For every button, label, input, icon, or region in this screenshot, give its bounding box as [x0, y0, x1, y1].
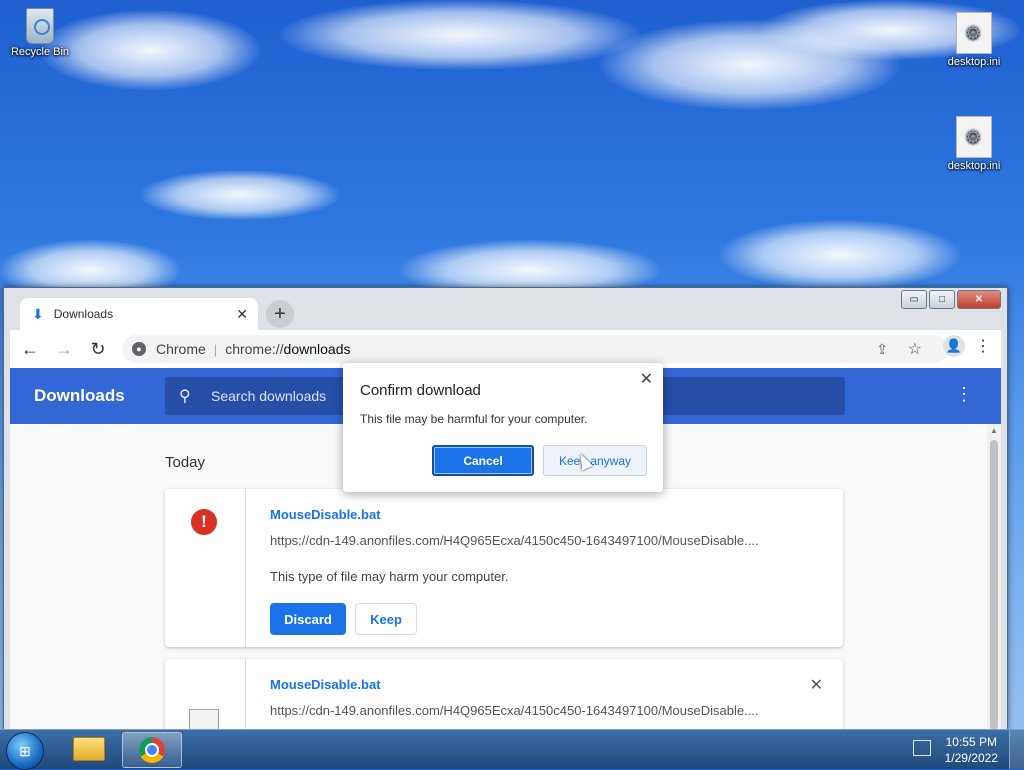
scrollbar[interactable]: ▲ — [987, 424, 1001, 730]
chrome-window: ▭ □ ✕ ⬇ Downloads ✕ + ← → ↻ ● Chrome | c… — [3, 287, 1008, 731]
discard-button[interactable]: Discard — [270, 603, 346, 635]
windows-logo-icon: ⊞ — [19, 742, 31, 759]
site-chip: Chrome — [156, 341, 206, 357]
maximize-button[interactable]: □ — [929, 290, 955, 309]
clock-time: 10:55 PM — [945, 735, 997, 749]
share-icon[interactable]: ⇪ — [876, 341, 888, 358]
folder-icon — [73, 737, 105, 761]
dialog-message: This file may be harmful for your comput… — [360, 412, 588, 426]
taskbar: ⊞ 10:55 PM 1/29/2022 — [0, 729, 1024, 770]
download-icon: ⬇ — [32, 305, 44, 322]
toolbar-right: 👤 ⋮ — [943, 335, 991, 357]
window-controls: ▭ □ ✕ — [901, 290, 1001, 309]
chrome-icon — [139, 737, 165, 763]
tab-title: Downloads — [53, 307, 114, 321]
bookmark-star-icon[interactable]: ☆ — [908, 339, 922, 359]
chrome-site-icon: ● — [132, 342, 146, 356]
forward-button[interactable]: → — [50, 335, 78, 363]
desktop-icon-label: desktop.ini — [947, 56, 1001, 68]
url-scheme: chrome:// — [225, 341, 284, 357]
dialog-close-icon[interactable]: ✕ — [640, 369, 653, 389]
download-item: ! MouseDisable.bat https://cdn-149.anonf… — [165, 489, 843, 647]
keep-anyway-button[interactable]: Keep anyway — [543, 445, 647, 476]
warning-icon: ! — [191, 509, 217, 535]
address-bar[interactable]: ● Chrome | chrome://downloads ⇪ ☆ — [122, 335, 948, 363]
desktop-icon-label: Recycle Bin — [10, 46, 70, 58]
network-icon[interactable] — [913, 740, 931, 756]
more-actions-icon[interactable]: ⋮ — [955, 384, 973, 405]
download-item-icon-column — [165, 659, 246, 730]
back-button[interactable]: ← — [16, 335, 44, 363]
desktop-icon-recycle-bin[interactable]: Recycle Bin — [0, 8, 80, 58]
show-desktop-button[interactable] — [1009, 730, 1024, 769]
desktop-icon-label: desktop.ini — [947, 160, 1001, 172]
url-host: downloads — [283, 341, 351, 357]
tab-downloads[interactable]: ⬇ Downloads ✕ — [20, 298, 258, 330]
danger-warning-text: This type of file may harm your computer… — [270, 569, 509, 584]
cancel-button[interactable]: Cancel — [432, 445, 534, 476]
download-item-icon-column: ! — [165, 489, 246, 647]
confirm-download-dialog: Confirm download ✕ This file may be harm… — [343, 363, 663, 492]
start-button[interactable]: ⊞ — [6, 732, 44, 770]
chrome-menu-icon[interactable]: ⋮ — [975, 336, 991, 356]
source-url[interactable]: https://cdn-149.anonfiles.com/H4Q965Ecxa… — [270, 703, 759, 718]
dialog-title: Confirm download — [360, 382, 481, 399]
tab-close-icon[interactable]: ✕ — [236, 306, 248, 323]
scrollbar-thumb[interactable] — [990, 440, 998, 730]
source-url[interactable]: https://cdn-149.anonfiles.com/H4Q965Ecxa… — [270, 533, 759, 548]
search-icon: ⚲ — [179, 388, 191, 405]
recycle-bin-icon — [26, 8, 54, 44]
settings-file-icon — [956, 116, 992, 158]
settings-file-icon — [956, 12, 992, 54]
profile-avatar-icon[interactable]: 👤 — [943, 335, 965, 357]
cloud — [140, 170, 340, 220]
keep-button[interactable]: Keep — [355, 603, 417, 635]
new-tab-button[interactable]: + — [266, 300, 294, 328]
scroll-up-arrow-icon[interactable]: ▲ — [990, 426, 998, 435]
file-icon — [189, 709, 219, 730]
desktop-icon-desktop-ini[interactable]: desktop.ini — [934, 116, 1014, 172]
clock-date: 1/29/2022 — [944, 751, 998, 765]
window-close-button[interactable]: ✕ — [957, 290, 1001, 309]
file-name-link[interactable]: MouseDisable.bat — [270, 507, 381, 522]
date-section-heading: Today — [165, 454, 206, 471]
url-text: chrome://downloads — [225, 341, 350, 357]
desktop-icon-desktop-ini[interactable]: desktop.ini — [934, 12, 1014, 68]
taskbar-chrome[interactable] — [122, 732, 182, 768]
remove-from-list-icon[interactable]: ✕ — [810, 675, 823, 695]
system-clock[interactable]: 10:55 PM 1/29/2022 — [945, 734, 998, 766]
file-name-link[interactable]: MouseDisable.bat — [270, 677, 381, 692]
cloud — [280, 0, 640, 70]
minimize-button[interactable]: ▭ — [901, 290, 927, 309]
download-item: MouseDisable.bat https://cdn-149.anonfil… — [165, 659, 843, 730]
cloud — [720, 220, 960, 290]
page-title: Downloads — [34, 386, 125, 405]
reload-button[interactable]: ↻ — [84, 335, 112, 363]
omnibox-divider: | — [213, 341, 218, 357]
search-placeholder: Search downloads — [211, 388, 327, 404]
taskbar-explorer[interactable] — [60, 732, 118, 766]
